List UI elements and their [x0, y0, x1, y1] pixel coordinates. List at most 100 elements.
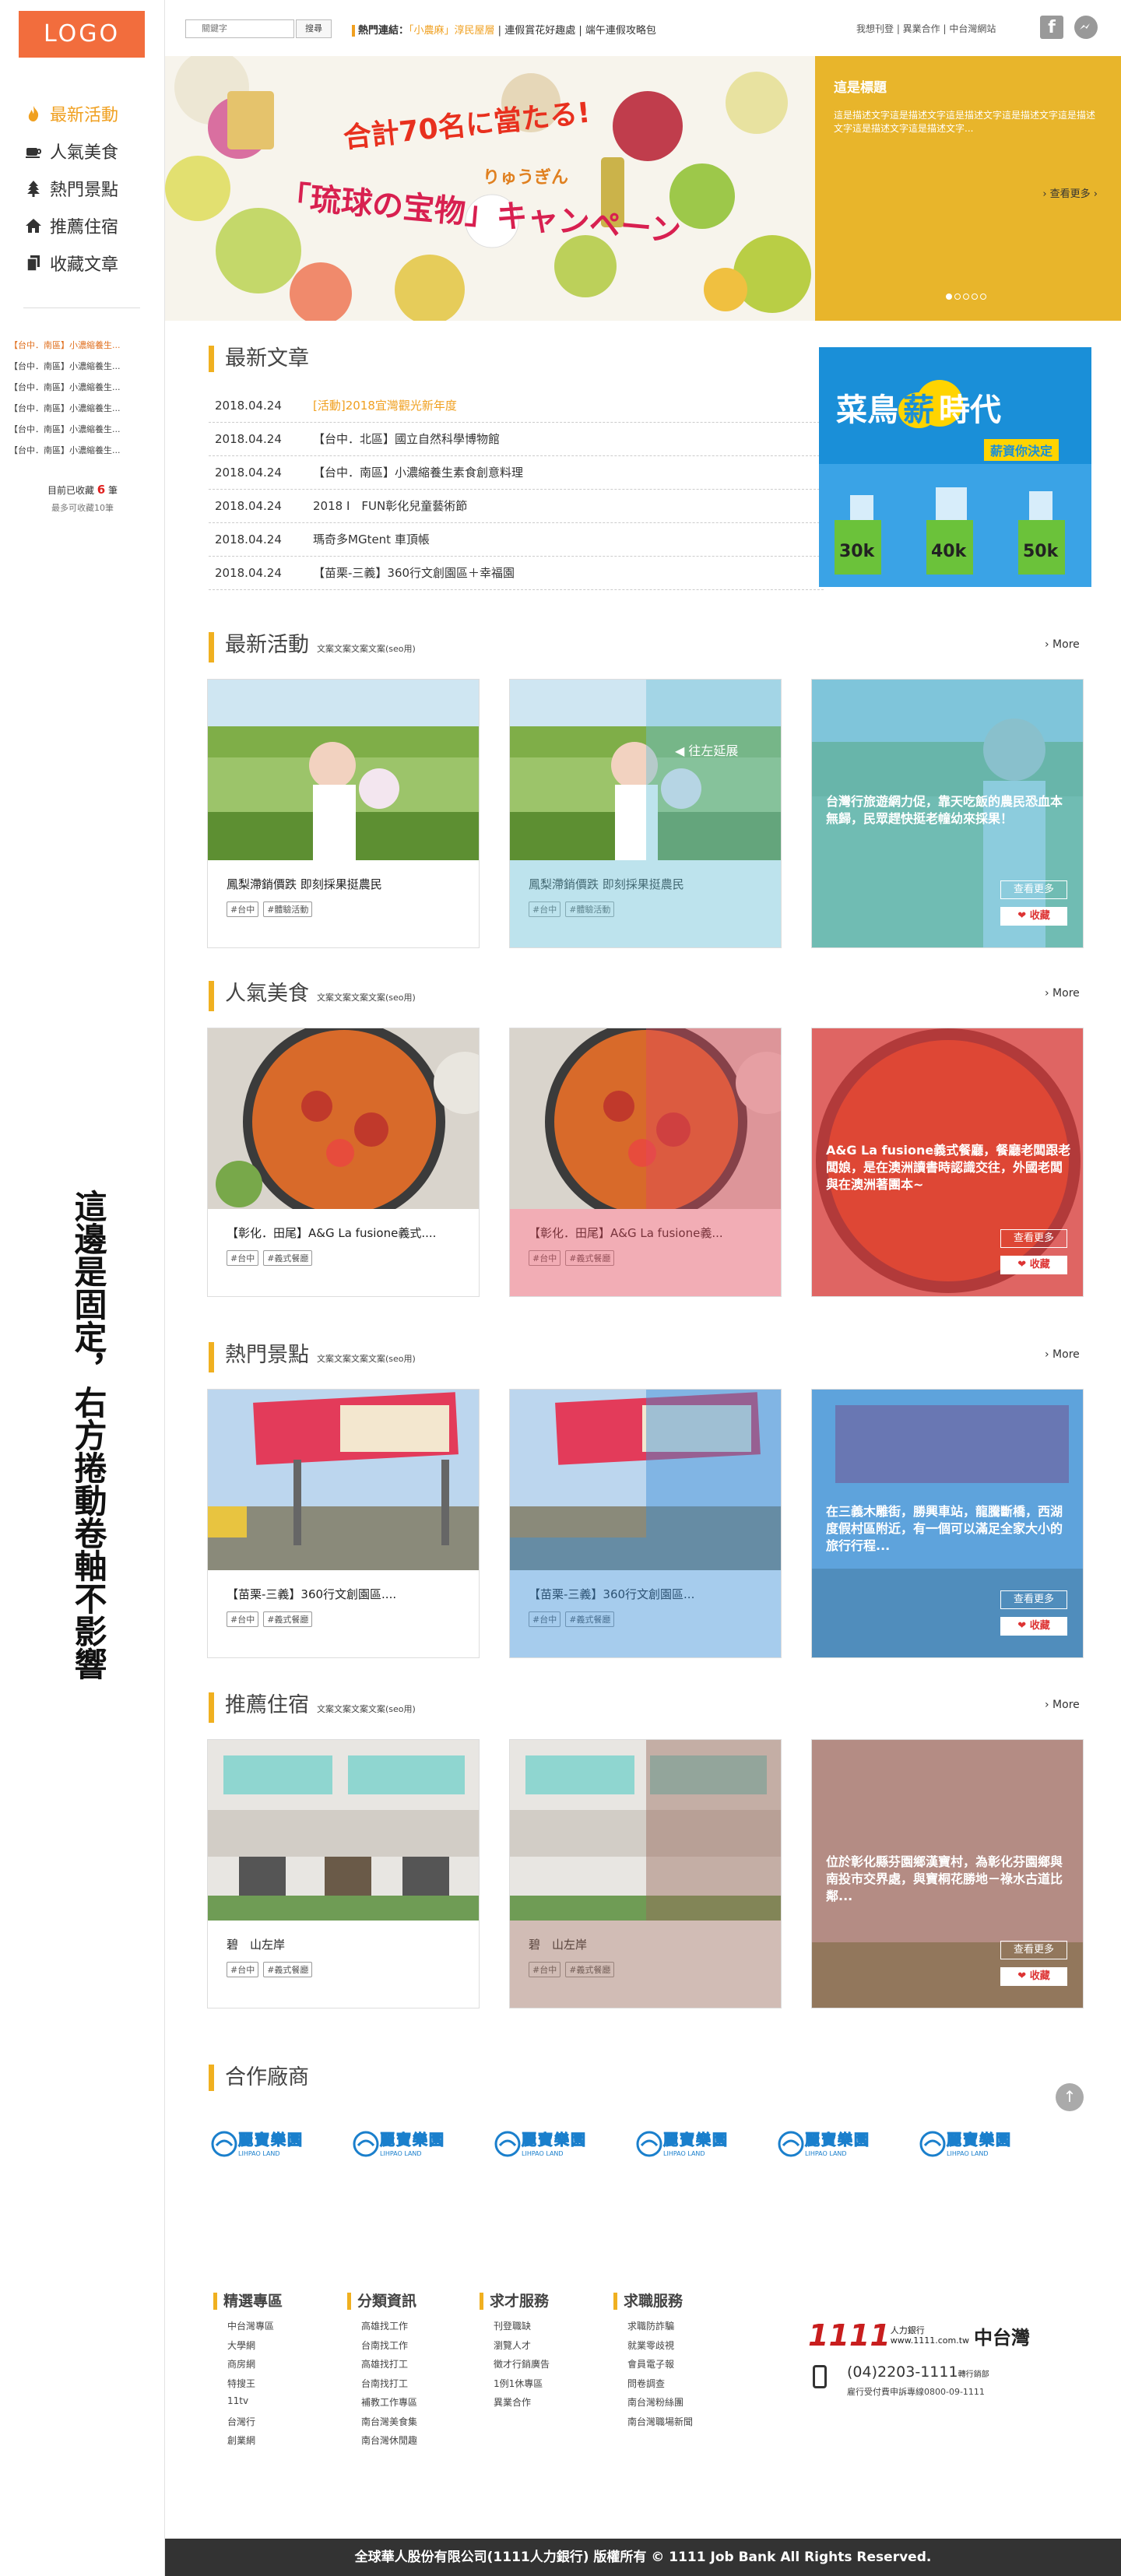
spot-card-expanded[interactable]: 在三義木雕街，勝興車站，龍騰斷橋，西湖度假村區附近，有一個可以滿足全家大小的旅行… [811, 1389, 1084, 1658]
footer-link[interactable]: 求職防詐騙 [613, 2319, 693, 2339]
save-favorite-button[interactable]: ❤ 收藏 [1000, 907, 1067, 926]
footer-link[interactable]: 瀏覽人才 [480, 2339, 550, 2358]
hover-overlay [646, 1390, 781, 1657]
carousel-dot[interactable] [963, 293, 969, 300]
event-card-expanded[interactable]: 台灣行旅遊網力促，靠天吃飯的農民恐血本無歸，民眾趕快挺老幢幼來採果！ 查看更多 … [811, 679, 1084, 948]
top-links[interactable]: 我想刊登 | 異業合作 | 中台灣網站 [856, 22, 996, 35]
favorite-item[interactable]: 【台中．南區】小濃縮養生... [9, 440, 157, 461]
tag[interactable]: #台中 [227, 1250, 259, 1266]
event-card[interactable]: 鳳梨滯銷價跌 即刻採果挺農民 #台中 #體驗活動 [207, 679, 480, 948]
footer-link[interactable]: 創業網 [213, 2434, 283, 2453]
facebook-icon[interactable]: f [1040, 16, 1063, 39]
nav-popular-food[interactable]: 人氣美食 [23, 132, 140, 170]
footer-link[interactable]: 補教工作專區 [347, 2395, 417, 2415]
footer-link[interactable]: 11tv [213, 2395, 283, 2415]
more-link[interactable]: › More [1045, 987, 1080, 1000]
footer-link[interactable]: 南台灣粉絲團 [613, 2395, 693, 2415]
partner-logo[interactable]: 麗寶樂園 LIHPAO LAND [492, 2117, 601, 2172]
footer-link[interactable]: 台南找工作 [347, 2339, 417, 2358]
banner-image[interactable]: 合計70名に當たる! りゅうぎん 「琉球の宝物」キャンペーン [165, 56, 815, 321]
tag[interactable]: #義式餐廳 [263, 1611, 313, 1627]
news-row[interactable]: 2018.04.24 【台中．南區】小濃縮養生素食創意料理 [209, 456, 824, 490]
tag[interactable]: #義式餐廳 [263, 1962, 313, 1977]
footer-link[interactable]: 徵才行銷廣告 [480, 2357, 550, 2377]
footer-link[interactable]: 1例1休專區 [480, 2377, 550, 2396]
save-favorite-button[interactable]: ❤ 收藏 [1000, 1256, 1067, 1274]
footer-link[interactable]: 台南找打工 [347, 2377, 417, 2396]
carousel-dot[interactable] [972, 293, 978, 300]
tag[interactable]: #台中 [227, 901, 259, 917]
favorite-item[interactable]: 【台中．南區】小濃縮養生... [9, 335, 157, 356]
save-favorite-button[interactable]: ❤ 收藏 [1000, 1967, 1067, 1986]
back-to-top-button[interactable]: ↑ [1056, 2083, 1084, 2111]
food-card-expanded[interactable]: A&G La fusione義式餐廳，餐廳老闆跟老闆娘，是在澳洲讀書時認識交往，… [811, 1028, 1084, 1297]
footer-link[interactable]: 高雄找工作 [347, 2319, 417, 2339]
logo[interactable]: LOGO [19, 11, 145, 58]
nav-latest-events[interactable]: 最新活動 [23, 95, 140, 132]
footer-link[interactable]: 特搜王 [213, 2377, 283, 2396]
carousel-dot[interactable] [980, 293, 986, 300]
search-button[interactable]: 搜尋 [296, 19, 332, 38]
hot-link[interactable]: 「小農麻」淳民屋層 [409, 25, 495, 37]
event-card-hover[interactable]: 鳳梨滯銷價跌 即刻採果挺農民 #台中 #體驗活動 ◀ 往左延展 [509, 679, 782, 948]
tag[interactable]: #台中 [227, 1611, 259, 1627]
tag[interactable]: #體驗活動 [263, 901, 313, 917]
hot-link[interactable]: 連假賞花好趣處 [504, 25, 575, 37]
nav-saved-articles[interactable]: 收藏文章 [23, 244, 140, 282]
news-row[interactable]: 2018.04.24 2018 I FUN彰化兒童藝術節 [209, 490, 824, 523]
tag[interactable]: #台中 [227, 1962, 259, 1977]
footer-link[interactable]: 問卷調查 [613, 2377, 693, 2396]
spot-card[interactable]: 【苗栗-三義】360行文創園區.... #台中 #義式餐廳 [207, 1389, 480, 1658]
spot-card-hover[interactable]: 【苗栗-三義】360行文創園區... #台中 #義式餐廳 [509, 1389, 782, 1658]
ad-banner[interactable]: 菜鳥薪時代 薪資你決定 30k 40k 50k [819, 347, 1091, 587]
news-row[interactable]: 2018.04.24 瑪奇多MGtent 車頂帳 [209, 523, 824, 557]
view-more-button[interactable]: 查看更多 [1000, 1590, 1067, 1609]
nav-hot-spots[interactable]: 熱門景點 [23, 170, 140, 207]
partner-logo[interactable]: 麗寶樂園 LIHPAO LAND [209, 2117, 318, 2172]
news-row[interactable]: 2018.04.24 【苗栗-三義】360行文創園區＋幸福園 [209, 557, 824, 590]
footer-link[interactable]: 南台灣職場新聞 [613, 2415, 693, 2434]
more-link[interactable]: › More [1045, 1348, 1080, 1361]
footer-link[interactable]: 高雄找打工 [347, 2357, 417, 2377]
favorite-item[interactable]: 【台中．南區】小濃縮養生... [9, 398, 157, 419]
view-more-button[interactable]: 查看更多 [1000, 1941, 1067, 1959]
partner-logo[interactable]: 麗寶樂園 LIHPAO LAND [634, 2117, 743, 2172]
footer-link[interactable]: 南台灣休閒趣 [347, 2434, 417, 2453]
tag[interactable]: #義式餐廳 [263, 1250, 313, 1266]
footer-link[interactable]: 刊登職缺 [480, 2319, 550, 2339]
footer-link[interactable]: 大學網 [213, 2339, 283, 2358]
carousel-dot[interactable] [954, 293, 961, 300]
favorite-item[interactable]: 【台中．南區】小濃縮養生... [9, 419, 157, 440]
food-card-hover[interactable]: 【彰化．田尾】A&G La fusione義... #台中 #義式餐廳 [509, 1028, 782, 1297]
news-row[interactable]: 2018.04.24 [活動]2018宜灣觀光新年度 [209, 389, 824, 423]
hot-link[interactable]: 端午連假攻略包 [585, 25, 656, 37]
favorite-item[interactable]: 【台中．南區】小濃縮養生... [9, 356, 157, 377]
messenger-icon[interactable] [1074, 16, 1098, 39]
brand-logo[interactable]: 1111人力銀行 www.1111.com.tw 中台灣 [808, 2318, 1030, 2353]
nav-recommended-stay[interactable]: 推薦住宿 [23, 207, 140, 244]
stay-card-hover[interactable]: 碧 山左岸 #台中 #義式餐廳 [509, 1739, 782, 2008]
view-more-button[interactable]: 查看更多 [1000, 1229, 1067, 1248]
footer-link[interactable]: 商房網 [213, 2357, 283, 2377]
search-input[interactable] [185, 19, 294, 38]
more-link[interactable]: › More [1045, 1699, 1080, 1711]
food-card[interactable]: 【彰化．田尾】A&G La fusione義式.... #台中 #義式餐廳 [207, 1028, 480, 1297]
partner-logo[interactable]: 麗寶樂園 LIHPAO LAND [917, 2117, 1026, 2172]
footer-link[interactable]: 就業零歧視 [613, 2339, 693, 2358]
footer-link[interactable]: 異業合作 [480, 2395, 550, 2415]
stay-card-expanded[interactable]: 位於彰化縣芬園鄉漢寶村，為彰化芬園鄉與南投市交界處，與寶桐花勝地－祿水古道比鄰.… [811, 1739, 1084, 2008]
more-link[interactable]: › More [1045, 638, 1080, 651]
save-favorite-button[interactable]: ❤ 收藏 [1000, 1617, 1067, 1636]
footer-link[interactable]: 會員電子報 [613, 2357, 693, 2377]
carousel-dot[interactable] [946, 293, 952, 300]
partner-logo[interactable]: 麗寶樂園 LIHPAO LAND [350, 2117, 459, 2172]
footer-link[interactable]: 南台灣美食集 [347, 2415, 417, 2434]
favorite-item[interactable]: 【台中．南區】小濃縮養生... [9, 377, 157, 398]
footer-link[interactable]: 台灣行 [213, 2415, 283, 2434]
stay-card[interactable]: 碧 山左岸 #台中 #義式餐廳 [207, 1739, 480, 2008]
view-more-button[interactable]: 查看更多 [1000, 880, 1067, 899]
partner-logo[interactable]: 麗寶樂園 LIHPAO LAND [775, 2117, 884, 2172]
footer-link[interactable]: 中台灣專區 [213, 2319, 283, 2339]
banner-more-link[interactable]: › 查看更多 › [1042, 185, 1098, 200]
news-row[interactable]: 2018.04.24 【台中．北區】國立自然科學博物館 [209, 423, 824, 456]
